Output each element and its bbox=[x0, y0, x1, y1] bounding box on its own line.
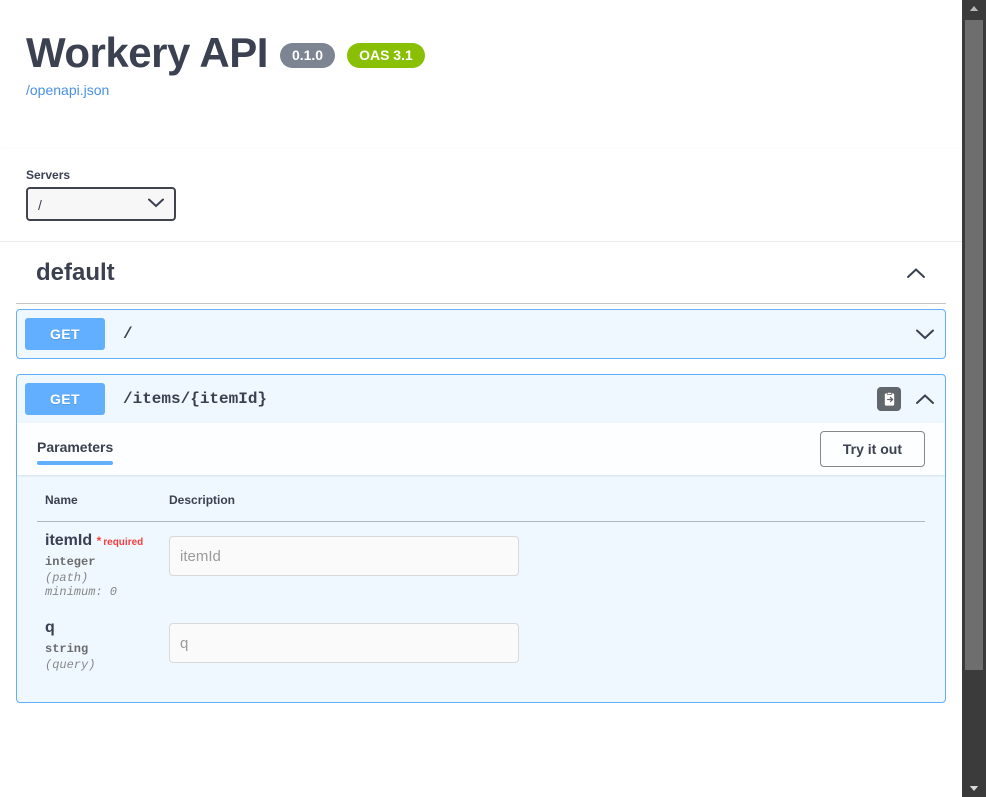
server-select-wrapper: / bbox=[26, 187, 176, 221]
api-info-block: Workery API 0.1.0 OAS 3.1 /openapi.json bbox=[0, 0, 962, 98]
table-row: q string (query) bbox=[37, 609, 925, 682]
parameter-name: q bbox=[45, 619, 55, 636]
parameters-section-header: Parameters Try it out bbox=[17, 423, 945, 475]
parameters-table-head: Name Description bbox=[37, 493, 925, 522]
version-badge: 0.1.0 bbox=[280, 43, 335, 68]
parameters-table: Name Description itemId bbox=[37, 493, 925, 682]
scroll-up-arrow-icon[interactable] bbox=[962, 0, 986, 17]
parameters-wrapper: Name Description itemId bbox=[17, 493, 945, 702]
parameter-name: itemId bbox=[45, 532, 92, 549]
page-title: Workery API bbox=[26, 30, 268, 76]
operation-get-items-itemid: GET /items/{itemId} bbox=[16, 374, 946, 703]
scrollbar-thumb[interactable] bbox=[965, 20, 983, 670]
swagger-ui-page: Workery API 0.1.0 OAS 3.1 /openapi.json … bbox=[0, 0, 986, 797]
servers-container: Servers / bbox=[0, 148, 962, 242]
scroll-down-arrow-icon[interactable] bbox=[962, 780, 986, 797]
server-select[interactable]: / bbox=[26, 187, 176, 221]
column-header-name: Name bbox=[37, 493, 161, 522]
parameter-name-line: q bbox=[45, 619, 161, 637]
tag-header-default[interactable]: default bbox=[16, 242, 946, 304]
operation-get-root: GET / bbox=[16, 309, 946, 359]
operation-tab-list: Parameters bbox=[37, 433, 820, 465]
parameter-meta-itemid: itemId *required integer (path) minimum:… bbox=[37, 522, 161, 610]
parameter-input-q[interactable] bbox=[169, 623, 519, 663]
operation-expand-chevron-down-icon[interactable] bbox=[915, 324, 935, 344]
oas-badge: OAS 3.1 bbox=[347, 43, 425, 68]
openapi-spec-link[interactable]: /openapi.json bbox=[26, 82, 936, 98]
api-title-row: Workery API 0.1.0 OAS 3.1 bbox=[26, 30, 936, 76]
parameter-input-itemid[interactable] bbox=[169, 536, 519, 576]
parameter-input-cell-itemid bbox=[161, 522, 925, 610]
parameter-input-cell-q bbox=[161, 609, 925, 682]
parameter-constraint: minimum: 0 bbox=[45, 585, 161, 599]
column-header-description: Description bbox=[161, 493, 925, 522]
page-viewport: Workery API 0.1.0 OAS 3.1 /openapi.json … bbox=[0, 0, 962, 797]
method-badge-get: GET bbox=[25, 383, 105, 415]
required-marker: *required bbox=[97, 537, 144, 548]
parameter-name-line: itemId *required bbox=[45, 532, 161, 550]
vertical-scrollbar[interactable] bbox=[962, 0, 986, 797]
operation-summary-get-root[interactable]: GET / bbox=[17, 310, 945, 358]
parameter-location: (path) bbox=[45, 569, 161, 585]
table-row: itemId *required integer (path) minimum:… bbox=[37, 522, 925, 610]
operation-collapse-chevron-up-icon[interactable] bbox=[915, 389, 935, 409]
tab-parameters[interactable]: Parameters bbox=[37, 433, 113, 465]
operation-path: /items/{itemId} bbox=[105, 390, 877, 408]
tag-name: default bbox=[36, 259, 906, 287]
operation-path: / bbox=[105, 325, 915, 343]
tag-collapse-chevron-up-icon[interactable] bbox=[906, 263, 926, 283]
parameters-table-body: itemId *required integer (path) minimum:… bbox=[37, 522, 925, 683]
operation-summary-get-items-itemid[interactable]: GET /items/{itemId} bbox=[17, 375, 945, 423]
copy-to-clipboard-icon[interactable] bbox=[877, 387, 901, 411]
tag-section-default: default GET / GET /items/ bbox=[0, 242, 962, 703]
table-header-row: Name Description bbox=[37, 493, 925, 522]
parameter-type: integer bbox=[45, 550, 161, 569]
try-it-out-button[interactable]: Try it out bbox=[820, 431, 925, 467]
method-badge-get: GET bbox=[25, 318, 105, 350]
parameter-meta-q: q string (query) bbox=[37, 609, 161, 682]
servers-label: Servers bbox=[26, 168, 936, 182]
parameter-location: (query) bbox=[45, 656, 161, 672]
operation-body: Parameters Try it out Name Description bbox=[17, 423, 945, 702]
parameter-type: string bbox=[45, 637, 161, 656]
required-text: required bbox=[103, 537, 143, 548]
